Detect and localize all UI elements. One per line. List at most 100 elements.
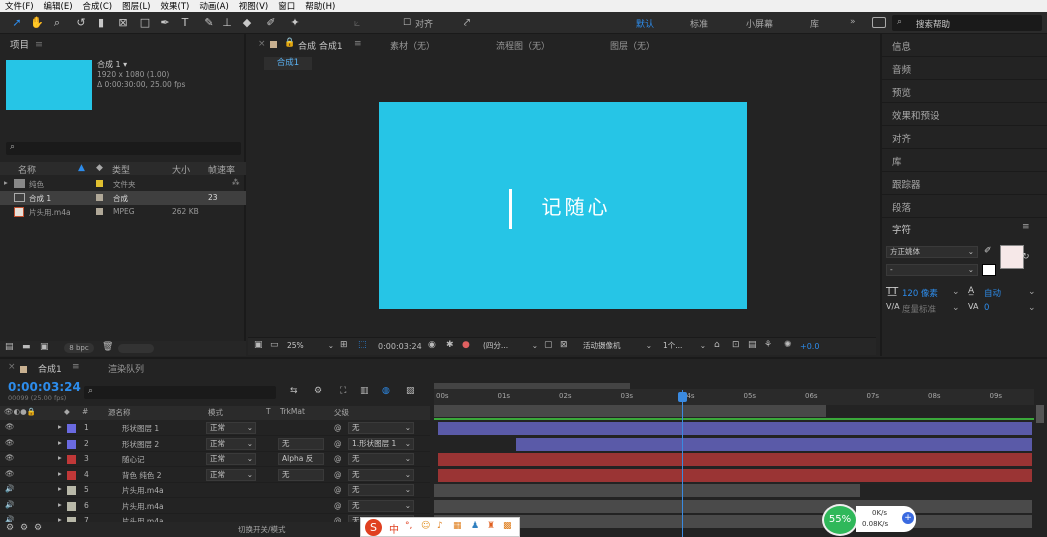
viewer-timecode[interactable]: 0:00:03:24: [378, 342, 422, 351]
exposure-value[interactable]: +0.0: [800, 342, 819, 351]
workspace-default[interactable]: 默认: [636, 17, 654, 30]
pickwhip-icon[interactable]: @: [334, 423, 342, 432]
tab-footage[interactable]: 素材（无）: [390, 39, 435, 52]
col-name[interactable]: 名称: [18, 163, 36, 176]
keyboard-icon[interactable]: ▦: [453, 521, 462, 531]
clone-stamp-tool-icon[interactable]: ⊥: [220, 16, 234, 30]
puppet-tool-icon[interactable]: ✦: [288, 16, 302, 30]
layer-name[interactable]: 片头用.m4a: [122, 501, 164, 512]
playhead-handle[interactable]: [678, 392, 687, 402]
timeline-icon[interactable]: ▤: [748, 340, 757, 350]
layer-duration-bar[interactable]: [438, 422, 1032, 435]
menu-composition[interactable]: 合成(C): [83, 0, 113, 12]
views-dropdown[interactable]: 1个... ⌄: [660, 341, 708, 353]
blend-mode-dropdown[interactable]: 正常 ⌄: [206, 453, 256, 465]
layer-duration-bar[interactable]: [438, 468, 1032, 482]
bit-depth-button[interactable]: 8 bpc: [64, 343, 94, 353]
ime-mode-icon[interactable]: 中: [389, 521, 399, 536]
font-style-dropdown[interactable]: - ⌄: [886, 264, 978, 276]
menu-layer[interactable]: 图层(L): [122, 0, 150, 12]
header-source-name[interactable]: 源名称: [108, 407, 131, 418]
tab-composition[interactable]: 合成 合成1: [298, 39, 343, 52]
project-row[interactable]: ▸ 纯色 文件夹 ⁂: [0, 177, 246, 191]
label-color-swatch[interactable]: [67, 486, 76, 495]
header-mode[interactable]: 模式: [208, 407, 223, 418]
pickwhip-icon[interactable]: @: [334, 485, 342, 494]
layer-duration-bar[interactable]: [438, 453, 1032, 466]
chevron-down-icon[interactable]: ⌄: [952, 303, 960, 313]
pan-behind-tool-icon[interactable]: ⊠: [116, 16, 130, 30]
tracking-value[interactable]: 0: [984, 303, 989, 313]
layer-duration-bar[interactable]: [516, 437, 1032, 451]
pickwhip-icon[interactable]: @: [334, 470, 342, 479]
rectangle-tool-icon[interactable]: □: [138, 16, 152, 30]
toggle-pixel-icon[interactable]: ⌂: [714, 340, 720, 350]
visibility-eye-icon[interactable]: 👁: [5, 422, 15, 431]
leading-value[interactable]: 自动: [984, 287, 1001, 299]
label-color-swatch[interactable]: [67, 501, 76, 511]
expand-arrow-icon[interactable]: ▸: [58, 422, 62, 431]
menu-effect[interactable]: 效果(T): [161, 0, 190, 12]
parent-dropdown[interactable]: 1.形状图层 1 ⌄: [348, 437, 414, 450]
new-comp-icon[interactable]: ▣: [40, 342, 49, 352]
resolution-dropdown[interactable]: (四分... ⌄: [480, 341, 540, 353]
layer-row[interactable]: 👁 ▸ 3 随心记 正常 ⌄ Alpha 反 @ 无 ⌄: [0, 452, 430, 467]
flowchart-icon[interactable]: ⚘: [764, 340, 772, 350]
layer-row[interactable]: 👁 ▸ 4 背色 纯色 2 正常 ⌄ 无 @ 无 ⌄: [0, 468, 430, 483]
project-row[interactable]: 合成 1 合成 23: [0, 191, 246, 205]
tab-layer[interactable]: 图层（无）: [610, 39, 655, 52]
layer-duration-bar[interactable]: [434, 499, 1032, 513]
shy-layers-icon[interactable]: ⛶: [340, 386, 346, 396]
menu-view[interactable]: 视图(V): [239, 0, 268, 12]
emoji-icon[interactable]: ☺: [421, 521, 430, 531]
blend-mode-dropdown[interactable]: 正常 ⌄: [206, 422, 256, 434]
chevron-down-icon[interactable]: ⌄: [1028, 287, 1036, 297]
region-of-interest-icon[interactable]: ▢: [544, 340, 553, 350]
camera-tool-icon[interactable]: ▮: [94, 16, 108, 30]
header-trkmat[interactable]: TrkMat: [280, 407, 305, 416]
always-preview-icon[interactable]: ▣: [254, 340, 263, 350]
tab-render-queue[interactable]: 渲染队列: [108, 362, 144, 375]
layer-name[interactable]: 形状图层 2: [122, 439, 159, 450]
zoom-tool-icon[interactable]: ⌕: [50, 16, 64, 30]
lock-icon[interactable]: 🔒: [284, 38, 295, 48]
pickwhip-icon[interactable]: @: [334, 501, 342, 510]
sogou-icon[interactable]: S: [365, 519, 382, 536]
toggle-switches-modes[interactable]: 切换开关/模式: [238, 524, 286, 535]
swap-colors-icon[interactable]: ↻: [1022, 252, 1030, 262]
label-color-swatch[interactable]: [67, 424, 76, 433]
panel-library[interactable]: 库: [892, 154, 902, 168]
comp-work-area[interactable]: [434, 405, 826, 417]
expand-arrow-icon[interactable]: ▸: [58, 453, 62, 462]
punctuation-icon[interactable]: °,: [405, 521, 412, 531]
project-search-input[interactable]: ⌕: [6, 142, 241, 155]
expand-arrow-icon[interactable]: ▸: [58, 469, 62, 478]
trkmat-dropdown[interactable]: Alpha 反: [278, 453, 324, 465]
panel-menu-icon[interactable]: ≡: [35, 39, 43, 50]
comp-name[interactable]: 合成 1 ▾: [97, 59, 127, 70]
menu-help[interactable]: 帮助(H): [305, 0, 335, 12]
sync-icon[interactable]: [872, 17, 886, 28]
align-checkbox[interactable]: ☐: [400, 16, 414, 30]
motion-blur-icon[interactable]: ◍: [382, 386, 390, 396]
project-row[interactable]: 片头用.m4a MPEG 262 KB: [0, 205, 246, 219]
in-out-icon[interactable]: ⚙: [34, 523, 42, 533]
resolution-icon[interactable]: ⊞: [340, 340, 348, 350]
menu-animation[interactable]: 动画(A): [199, 0, 228, 12]
composition-mini-flowchart-icon[interactable]: ⇆: [290, 386, 298, 396]
monitor-icon[interactable]: ▭: [270, 340, 279, 350]
delete-icon[interactable]: 🗑: [102, 342, 113, 352]
selection-tool-icon[interactable]: ➚: [10, 16, 24, 30]
toolbox-icon[interactable]: ▩: [503, 521, 512, 531]
layer-row[interactable]: 🔊 ▸ 5 片头用.m4a @ 无 ⌄: [0, 483, 430, 498]
transfer-controls-icon[interactable]: ⚙: [20, 523, 28, 533]
user-icon[interactable]: ♟: [471, 521, 479, 531]
timeline-scroll-handle[interactable]: [1036, 405, 1044, 423]
reset-exposure-icon[interactable]: ✺: [784, 340, 792, 350]
composition-canvas[interactable]: 记随心: [379, 102, 747, 309]
add-icon[interactable]: +: [902, 512, 914, 524]
kerning-value[interactable]: 度量标准: [902, 303, 936, 315]
snapshot-icon[interactable]: ◉: [428, 340, 436, 350]
snap-icon[interactable]: ⤤: [460, 16, 474, 30]
label-color-swatch[interactable]: [67, 439, 76, 449]
